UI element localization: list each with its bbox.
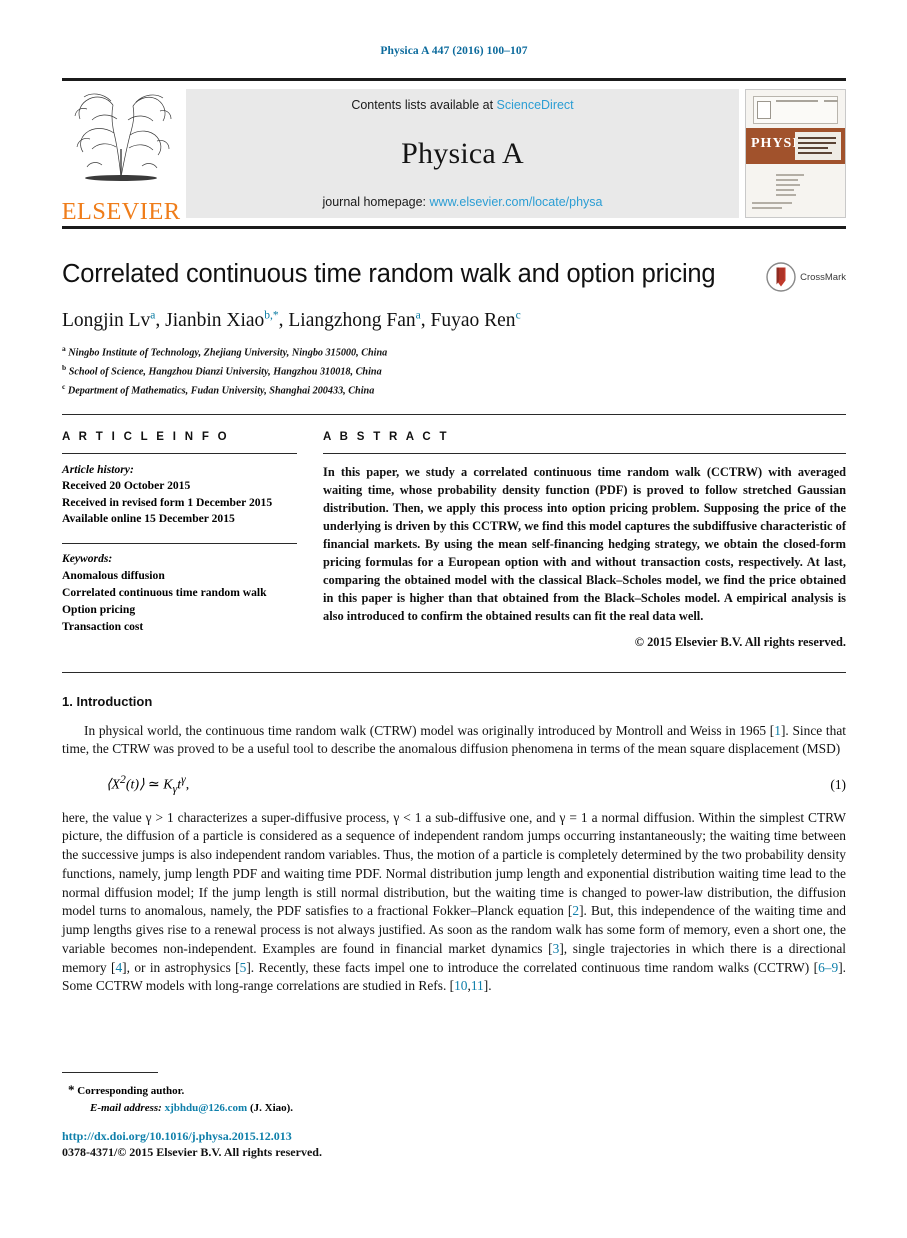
author-sep-3: , [420,309,431,331]
email-label: E-mail address: [90,1101,162,1114]
affiliation-marker: b [62,362,67,372]
crossmark-label: CrossMark [800,271,846,283]
equation-1-body: ⟨X2(t)⟩ ≃ Kγtγ, [106,773,190,796]
keyword-item: Correlated continuous time random walk [62,586,267,599]
title-row: Correlated continuous time random walk a… [62,260,846,292]
abstract-bottom-rule [62,671,846,673]
email-note: E-mail address: xjbhdu@126.com (J. Xiao)… [68,1100,846,1117]
citation-ref[interactable]: 11 [471,978,484,993]
email-owner: (J. Xiao). [249,1101,294,1114]
intro-paragraph-2: here, the value γ > 1 characterizes a su… [62,809,846,997]
equation-1-row: ⟨X2(t)⟩ ≃ Kγtγ, (1) [62,773,846,795]
affiliation-item: c Department of Mathematics, Fudan Unive… [62,381,846,400]
body-text-run: ]. Recently, these facts impel one to in… [246,959,819,975]
keywords-rule [62,543,297,545]
doi-link[interactable]: http://dx.doi.org/10.1016/j.physa.2015.1… [62,1129,846,1144]
cover-band-right-box [795,132,841,160]
elsevier-wordmark: ELSEVIER [61,197,181,225]
author-2-affil-marker: b, [264,309,273,321]
affiliation-text: Ningbo Institute of Technology, Zhejiang… [68,347,388,359]
crossmark-badge[interactable]: CrossMark [766,260,846,292]
author-2: Jianbin Xiaob,* [165,309,279,331]
intro-p1-part1: In physical world, the continuous time r… [84,722,775,738]
contents-prefix: Contents lists available at [351,98,497,112]
abstract-column: A B S T R A C T In this paper, we study … [323,431,846,650]
issn-copyright-line: 0378-4371/© 2015 Elsevier B.V. All right… [62,1145,322,1159]
equation-1-number: (1) [830,776,846,792]
article-history-label: Article history: [62,462,134,476]
footnote-rule [62,1072,158,1073]
header-divider [62,413,846,415]
keyword-item: Option pricing [62,602,136,616]
author-sep-1: , [155,309,166,331]
article-info-column: A R T I C L E I N F O Article history: R… [62,431,323,650]
keyword-item: Transaction cost [62,619,144,633]
citation-ref[interactable]: 10 [454,978,467,993]
keywords-label: Keywords: [62,552,113,566]
abstract-copyright: © 2015 Elsevier B.V. All rights reserved… [634,634,846,649]
paper-title: Correlated continuous time random walk a… [62,260,716,288]
running-head: Physica A 447 (2016) 100–107 [380,45,528,57]
author-3: Liangzhong Fana [288,309,421,331]
sciencedirect-link[interactable]: ScienceDirect [497,98,574,112]
info-abstract-row: A R T I C L E I N F O Article history: R… [62,431,846,650]
abstract-rule [323,452,846,454]
masthead-bottom-rule [62,226,846,229]
cover-author-lines [776,174,804,199]
journal-cover-block: PHYSICA [745,81,846,226]
journal-homepage-link[interactable]: www.elsevier.com/locate/physa [430,195,603,209]
corresponding-text: Corresponding author. [77,1085,185,1097]
crossmark-icon [766,262,796,292]
author-list: Longjin Lva, Jianbin Xiaob,*, Liangzhong… [62,308,846,333]
masthead-center: Contents lists available at ScienceDirec… [186,89,739,218]
email-link[interactable]: xjbhdu@126.com [165,1102,248,1114]
affiliation-list: a Ningbo Institute of Technology, Zhejia… [62,343,846,400]
abstract-heading: A B S T R A C T [323,430,450,443]
paper-page: Physica A 447 (2016) 100–107 ELSEVIER Co… [0,0,907,1238]
affiliation-marker: a [62,343,66,353]
keyword-item: Anomalous diffusion [62,569,165,583]
contents-available-line: Contents lists available at ScienceDirec… [351,98,573,112]
author-4-affil-marker: c [515,309,521,321]
article-info-rule [62,452,297,454]
body-text-run: ]. [483,978,492,994]
corresponding-author-note: * Corresponding author. E-mail address: … [62,1080,846,1116]
citation-ref[interactable]: 6–9 [818,960,838,975]
body-text-run: ], or in astrophysics [ [122,959,240,975]
history-item: Received 20 October 2015 [62,479,191,493]
section-heading-introduction: 1. Introduction [62,693,153,709]
elsevier-tree-icon [74,93,172,181]
history-item: Received in revised form 1 December 2015 [62,495,273,509]
citation-ref[interactable]: 1 [774,723,781,738]
page-content: Physica A 447 (2016) 100–107 ELSEVIER Co… [62,0,846,996]
journal-cover-thumbnail: PHYSICA [745,89,846,218]
affiliation-text: School of Science, Hangzhou Dianzi Unive… [68,366,382,378]
journal-homepage-line: journal homepage: www.elsevier.com/locat… [322,195,602,209]
intro-paragraph-1: In physical world, the continuous time r… [62,722,846,760]
author-sep-2: , [278,309,289,331]
article-history-block: Article history: Received 20 October 201… [62,462,297,528]
elsevier-logo-block: ELSEVIER [62,81,180,226]
cover-title-band: PHYSICA [746,128,845,164]
author-1: Longjin Lva [62,309,156,331]
keywords-block: Keywords: Anomalous diffusion Correlated… [62,551,297,635]
affiliation-item: a Ningbo Institute of Technology, Zhejia… [62,343,846,362]
corresponding-star: * [68,1082,75,1097]
journal-title: Physica A [401,136,524,170]
homepage-prefix: journal homepage: [322,195,430,209]
footnote-area: * Corresponding author. E-mail address: … [62,1072,846,1160]
author-4: Fuyao Renc [430,309,521,331]
journal-masthead: ELSEVIER Contents lists available at Sci… [62,78,846,226]
abstract-text: In this paper, we study a correlated con… [323,464,846,624]
affiliation-marker: c [62,381,66,391]
article-info-heading: A R T I C L E I N F O [62,430,230,443]
cover-footer-lines [752,202,839,212]
affiliation-text: Department of Mathematics, Fudan Univers… [67,385,375,397]
affiliation-item: b School of Science, Hangzhou Dianzi Uni… [62,362,846,381]
history-item: Available online 15 December 2015 [62,511,235,525]
